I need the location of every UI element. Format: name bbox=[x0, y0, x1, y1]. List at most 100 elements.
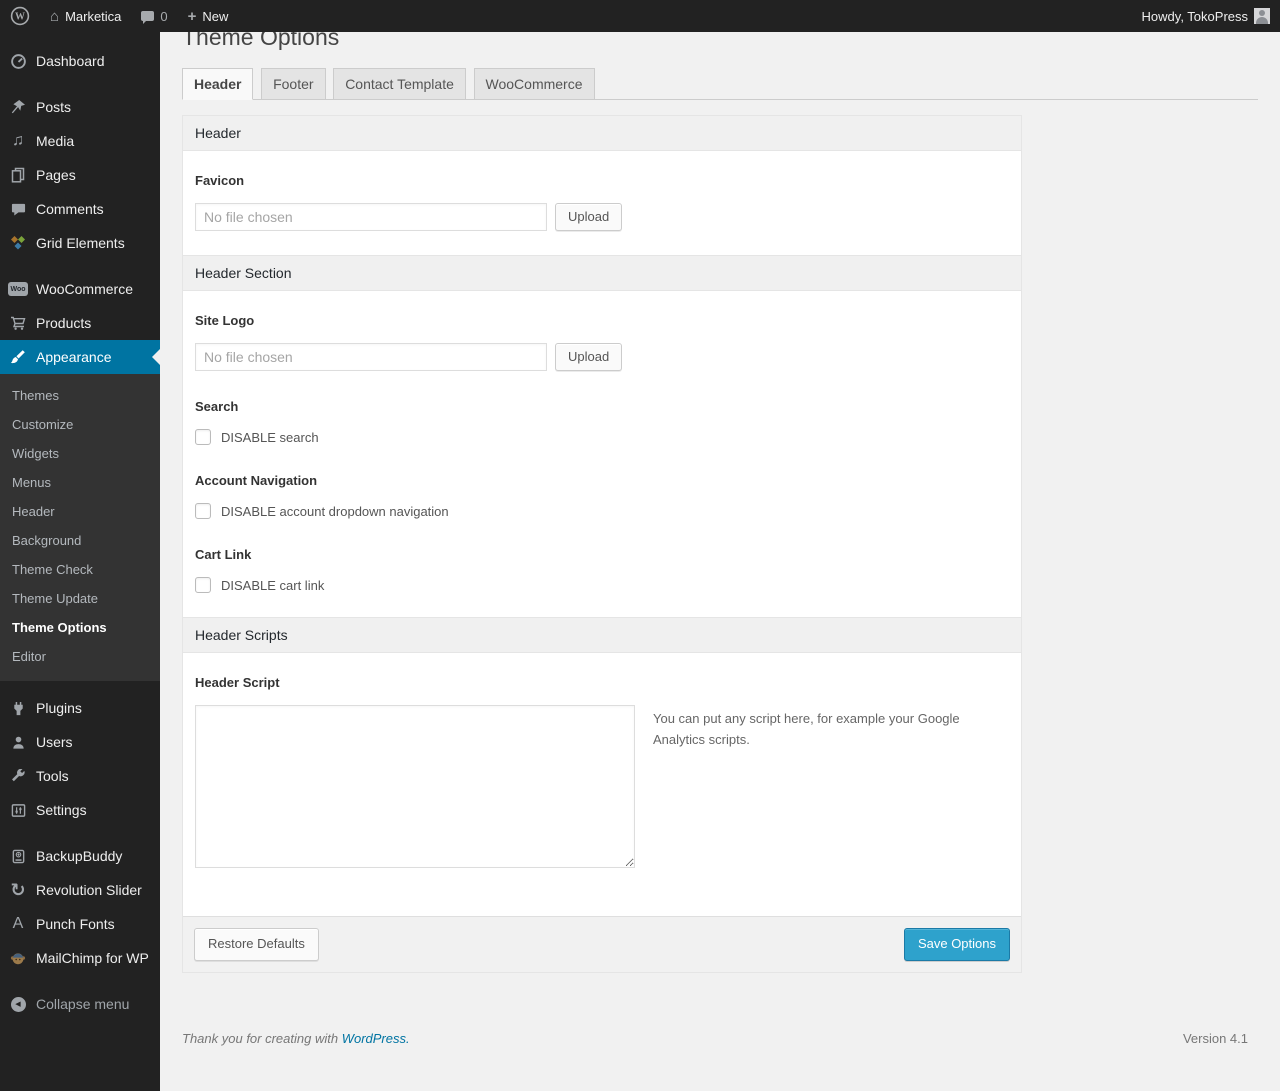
theme-options-panel: Header Favicon Upload Header Section Sit… bbox=[182, 115, 1022, 973]
sidebar-item-mailchimp[interactable]: MailChimp for WP bbox=[0, 941, 160, 975]
header-script-row: You can put any script here, for example… bbox=[195, 705, 1009, 892]
sidebar-item-label: Grid Elements bbox=[36, 235, 125, 251]
wrench-icon bbox=[8, 766, 28, 786]
collapse-arrow-icon: ◀ bbox=[8, 994, 28, 1014]
submenu-item-widgets[interactable]: Widgets bbox=[0, 439, 160, 468]
site-logo-file-input[interactable] bbox=[195, 343, 547, 372]
tab-contact-template[interactable]: Contact Template bbox=[333, 68, 466, 100]
sidebar-item-settings[interactable]: Settings bbox=[0, 793, 160, 827]
section-header-section-body: Site Logo Upload Search DISABLE search A… bbox=[183, 291, 1021, 617]
sidebar-item-products[interactable]: Products bbox=[0, 306, 160, 340]
sidebar-item-appearance[interactable]: Appearance bbox=[0, 340, 160, 374]
submenu-item-theme-check[interactable]: Theme Check bbox=[0, 555, 160, 584]
disable-search-label[interactable]: DISABLE search bbox=[221, 430, 319, 445]
plus-icon: + bbox=[187, 7, 197, 25]
grid-elements-icon bbox=[8, 233, 28, 253]
sidebar-item-grid-elements[interactable]: Grid Elements bbox=[0, 226, 160, 260]
sidebar-item-label: Settings bbox=[36, 802, 87, 818]
sidebar-item-punch-fonts[interactable]: A Punch Fonts bbox=[0, 907, 160, 941]
sidebar-item-label: Revolution Slider bbox=[36, 882, 142, 898]
section-header-scripts-title: Header Scripts bbox=[183, 617, 1021, 654]
sidebar-item-users[interactable]: Users bbox=[0, 725, 160, 759]
sidebar-item-label: Punch Fonts bbox=[36, 916, 115, 932]
thanks-text: Thank you for creating with WordPress. bbox=[182, 1031, 410, 1046]
header-script-hint: You can put any script here, for example… bbox=[653, 711, 960, 747]
comments-count: 0 bbox=[160, 8, 168, 24]
tab-footer[interactable]: Footer bbox=[261, 68, 326, 100]
sidebar-item-pages[interactable]: Pages bbox=[0, 158, 160, 192]
site-name-menu[interactable]: ⌂ Marketica bbox=[40, 0, 131, 32]
sidebar-item-revolution-slider[interactable]: ↻ Revolution Slider bbox=[0, 873, 160, 907]
cart-icon bbox=[8, 313, 28, 333]
home-icon: ⌂ bbox=[50, 7, 60, 25]
admin-menu: Dashboard Posts ♫ Media Pages Comments G… bbox=[0, 32, 160, 1091]
sidebar-item-label: Appearance bbox=[36, 349, 112, 365]
search-label: Search bbox=[195, 399, 239, 415]
mailchimp-monkey-icon bbox=[8, 948, 28, 968]
sidebar-item-media[interactable]: ♫ Media bbox=[0, 124, 160, 158]
submenu-item-header[interactable]: Header bbox=[0, 497, 160, 526]
disable-account-nav-label[interactable]: DISABLE account dropdown navigation bbox=[221, 504, 449, 519]
disable-account-nav-checkbox[interactable] bbox=[195, 503, 211, 520]
save-options-button[interactable]: Save Options bbox=[903, 928, 1010, 961]
letter-a-icon: A bbox=[12, 915, 24, 932]
sidebar-item-tools[interactable]: Tools bbox=[0, 759, 160, 793]
theme-options-tabs: Header Footer Contact Template WooCommer… bbox=[182, 68, 1258, 100]
woocommerce-badge-icon: Woo bbox=[8, 279, 28, 299]
sidebar-item-comments[interactable]: Comments bbox=[0, 192, 160, 226]
section-header-section-title: Header Section bbox=[183, 255, 1021, 292]
favicon-upload-button[interactable]: Upload bbox=[555, 203, 623, 232]
sidebar-item-label: Pages bbox=[36, 167, 76, 183]
comments-menu[interactable]: 0 bbox=[131, 0, 177, 32]
search-group: Search DISABLE search bbox=[195, 399, 1009, 446]
submenu-item-theme-update[interactable]: Theme Update bbox=[0, 584, 160, 613]
submenu-item-themes[interactable]: Themes bbox=[0, 381, 160, 410]
submenu-item-editor[interactable]: Editor bbox=[0, 642, 160, 671]
site-logo-label: Site Logo bbox=[195, 313, 255, 329]
section-header-body: Favicon Upload bbox=[183, 151, 1021, 255]
version-text: Version 4.1 bbox=[1182, 1030, 1248, 1046]
header-script-textarea[interactable] bbox=[195, 705, 635, 869]
sidebar-item-posts[interactable]: Posts bbox=[0, 90, 160, 124]
collapse-menu-label: Collapse menu bbox=[36, 996, 130, 1012]
pages-icon bbox=[8, 165, 28, 185]
site-logo-upload-button[interactable]: Upload bbox=[555, 343, 623, 372]
wp-logo-menu[interactable]: W bbox=[0, 0, 40, 32]
menu-separator bbox=[0, 827, 160, 839]
collapse-menu-button[interactable]: ◀ Collapse menu bbox=[0, 987, 160, 1021]
panel-footer-bar: Restore Defaults Save Options bbox=[183, 916, 1021, 972]
comment-icon bbox=[8, 199, 28, 219]
sidebar-item-woocommerce[interactable]: Woo WooCommerce bbox=[0, 272, 160, 306]
page-footer: Thank you for creating with WordPress. V… bbox=[182, 1021, 1258, 1066]
submenu-item-customize[interactable]: Customize bbox=[0, 410, 160, 439]
submenu-item-background[interactable]: Background bbox=[0, 526, 160, 555]
sidebar-item-label: Users bbox=[36, 734, 73, 750]
sidebar-item-backupbuddy[interactable]: BackupBuddy bbox=[0, 839, 160, 873]
sidebar-item-dashboard[interactable]: Dashboard bbox=[0, 44, 160, 78]
sidebar-item-label: Products bbox=[36, 315, 92, 331]
submenu-item-theme-options[interactable]: Theme Options bbox=[0, 613, 160, 642]
sidebar-item-label: MailChimp for WP bbox=[36, 950, 149, 966]
tab-header[interactable]: Header bbox=[182, 68, 254, 100]
favicon-file-input[interactable] bbox=[195, 203, 547, 232]
dashboard-icon bbox=[8, 51, 28, 71]
disable-cart-link-label[interactable]: DISABLE cart link bbox=[221, 578, 324, 593]
menu-separator bbox=[0, 78, 160, 90]
disable-cart-link-checkbox[interactable] bbox=[195, 577, 211, 594]
wordpress-link[interactable]: WordPress. bbox=[342, 1031, 410, 1046]
appearance-submenu: Themes Customize Widgets Menus Header Ba… bbox=[0, 374, 160, 681]
thanks-prefix: Thank you for creating with bbox=[182, 1030, 342, 1046]
account-navigation-label: Account Navigation bbox=[195, 473, 318, 489]
paintbrush-icon bbox=[8, 347, 28, 367]
my-account-menu[interactable]: Howdy, TokoPress bbox=[1132, 0, 1280, 32]
submenu-item-menus[interactable]: Menus bbox=[0, 468, 160, 497]
tab-woocommerce[interactable]: WooCommerce bbox=[473, 68, 595, 100]
user-avatar bbox=[1254, 8, 1270, 24]
sidebar-item-label: Plugins bbox=[36, 700, 82, 716]
new-content-menu[interactable]: + New bbox=[178, 0, 239, 32]
sidebar-item-plugins[interactable]: Plugins bbox=[0, 691, 160, 725]
disable-search-checkbox[interactable] bbox=[195, 429, 211, 446]
comment-bubble-icon bbox=[141, 11, 155, 24]
restore-defaults-button[interactable]: Restore Defaults bbox=[194, 928, 319, 961]
favicon-file-row: Upload bbox=[195, 203, 1009, 232]
